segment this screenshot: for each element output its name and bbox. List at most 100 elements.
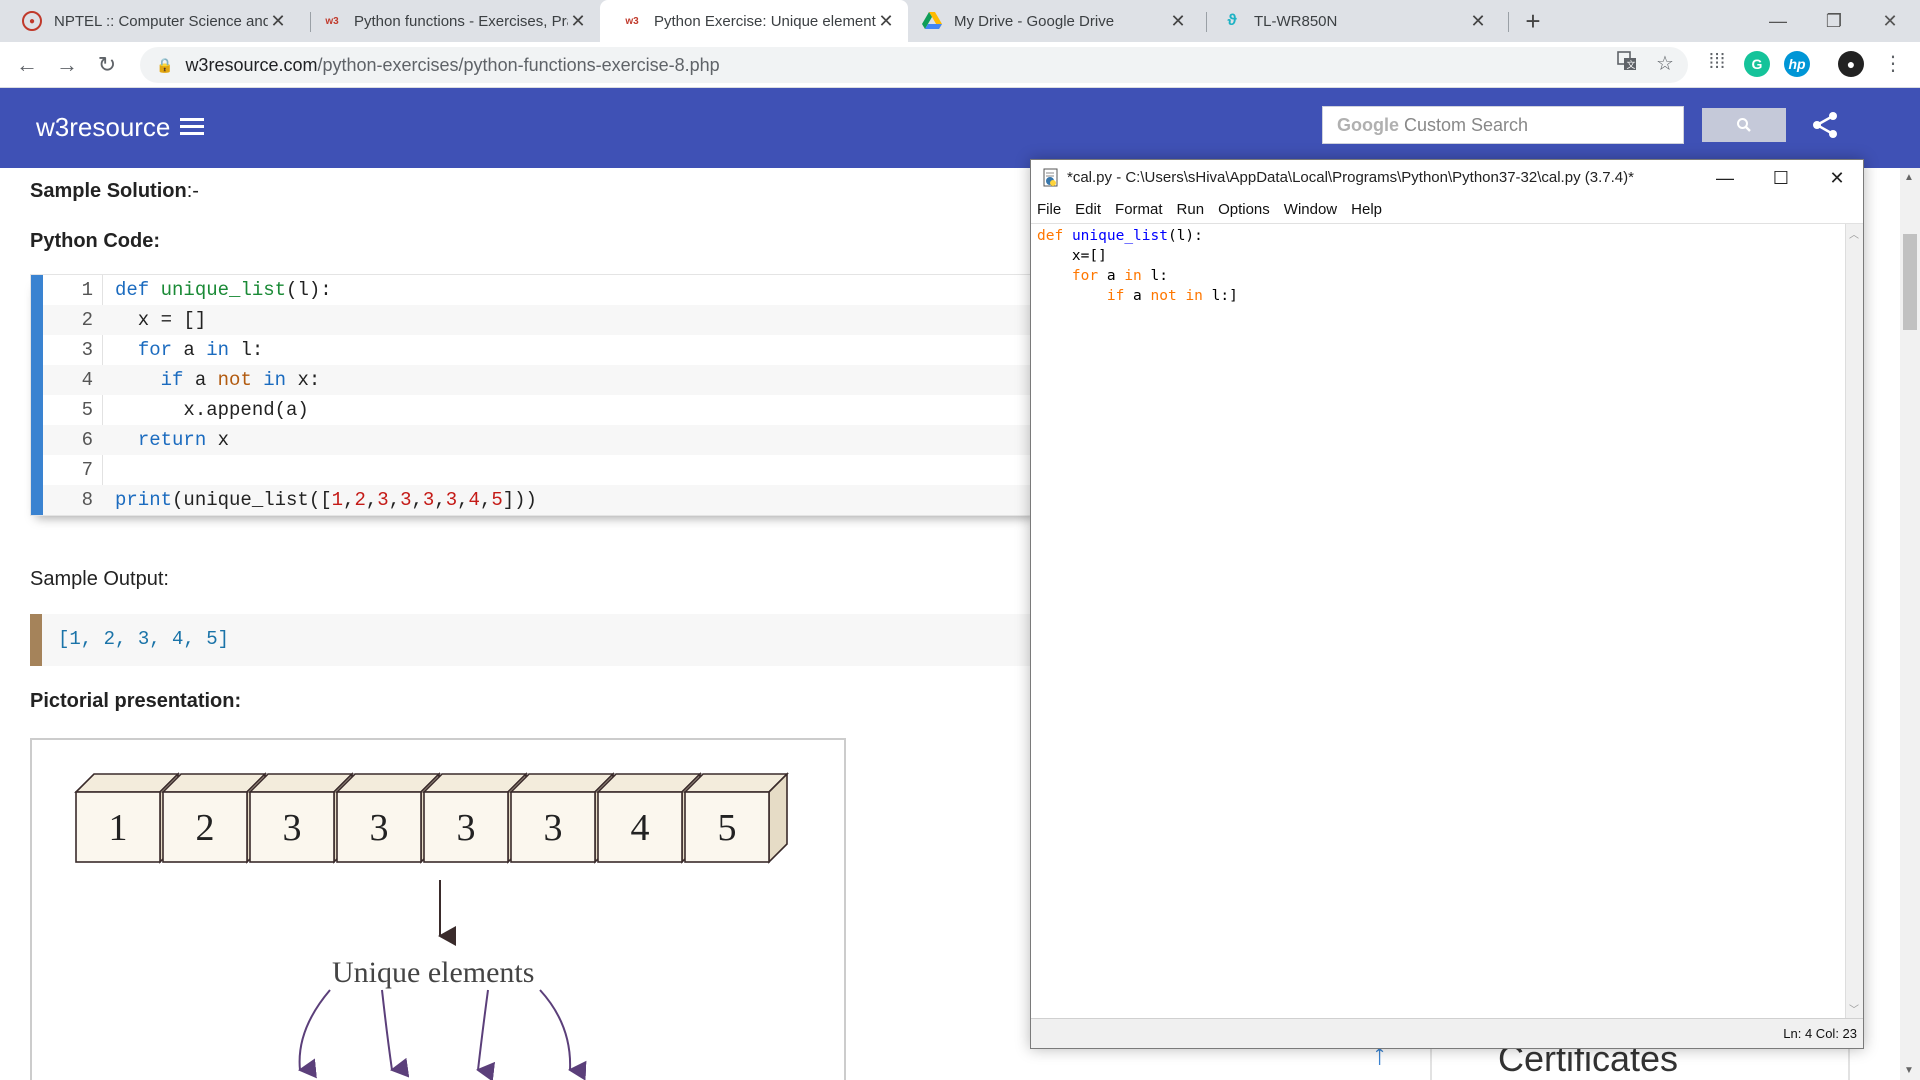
back-arrow-icon[interactable]: ← (12, 50, 42, 80)
new-tab-button[interactable]: + (1518, 6, 1548, 37)
line-number: 5 (81, 399, 93, 421)
bookmark-star-icon[interactable]: ☆ (1650, 51, 1680, 76)
search-button[interactable] (1702, 108, 1786, 142)
tplink-favicon-icon: ϑ (1227, 12, 1237, 29)
sample-solution-heading: Sample Solution:- (30, 180, 199, 203)
tab-title: NPTEL :: Computer Science and E (54, 12, 268, 30)
curved-arrow-icon (476, 989, 496, 1080)
element-box-label: 2 (196, 807, 215, 849)
code-block: 1 def unique_list(l): 2 x = [] 3 for a in… (30, 274, 1041, 516)
element-boxes: 1 2 3 3 3 3 4 5 (74, 772, 789, 864)
search-icon (1737, 118, 1751, 132)
close-tab-icon[interactable]: ✕ (268, 11, 288, 32)
scroll-up-arrow-icon[interactable]: ︿ (1849, 226, 1859, 241)
line-number: 7 (81, 459, 93, 481)
editor-line: for a in l: (1071, 268, 1168, 284)
tab-title: Python functions - Exercises, Prac (354, 12, 568, 30)
hp-extension-icon[interactable]: hp (1784, 51, 1810, 77)
scroll-down-arrow-icon[interactable]: ▼ (1904, 1065, 1914, 1076)
menu-file[interactable]: File (1037, 201, 1061, 218)
svg-text:文: 文 (1627, 59, 1636, 71)
share-icon[interactable] (1810, 110, 1840, 140)
code-line: 1 def unique_list(l): (43, 275, 1041, 305)
idle-scrollbar[interactable]: ︿ ﹀ (1845, 224, 1863, 1018)
search-input[interactable]: Google Custom Search (1322, 106, 1684, 144)
heading-suffix: :- (186, 180, 199, 202)
editor-line: x=[] (1037, 248, 1107, 264)
url-path: /python-exercises/python-functions-exerc… (317, 54, 720, 75)
element-box-label: 3 (544, 807, 563, 849)
idle-maximize-button[interactable]: ☐ (1753, 160, 1809, 196)
close-window-button[interactable]: ✕ (1862, 0, 1918, 42)
menu-run[interactable]: Run (1177, 201, 1205, 218)
tab-python-exercise-unique[interactable]: w3 Python Exercise: Unique element ✕ (600, 0, 908, 42)
heading-text: Sample Solution (30, 180, 187, 202)
scroll-down-arrow-icon[interactable]: ﹀ (1849, 1001, 1859, 1016)
code-accent-bar (31, 275, 43, 515)
close-tab-icon[interactable]: ✕ (568, 11, 588, 32)
browser-menu-icon[interactable]: ⋮ (1878, 51, 1908, 76)
curved-arrow-icon (539, 989, 587, 1080)
close-tab-icon[interactable]: ✕ (876, 11, 896, 32)
tab-title: My Drive - Google Drive (954, 12, 1115, 30)
grammarly-extension-icon[interactable]: G (1744, 51, 1770, 77)
idle-status-bar: Ln: 4 Col: 23 (1031, 1018, 1863, 1048)
minimize-window-button[interactable]: — (1750, 0, 1806, 42)
translate-icon[interactable]: 文 (1612, 51, 1642, 77)
sample-output-text: [1, 2, 3, 4, 5] (58, 628, 230, 650)
code-text: x = [] (115, 309, 207, 331)
address-bar[interactable]: 🔒 w3resource.com /python-exercises/pytho… (140, 47, 1688, 83)
site-logo[interactable]: w3resource (36, 112, 170, 143)
idle-editor-window: *cal.py - C:\Users\sHiva\AppData\Local\P… (1030, 159, 1864, 1049)
page-scrollbar[interactable]: ▲ ▼ (1900, 168, 1920, 1080)
element-box-label: 1 (109, 807, 128, 849)
profile-avatar-icon[interactable]: ● (1838, 51, 1864, 77)
sample-output-heading: Sample Output: (30, 568, 169, 590)
code-line: 6 return x (43, 425, 1041, 455)
element-box-label: 5 (718, 807, 737, 849)
nptel-favicon-icon: ● (22, 11, 42, 31)
line-number: 2 (81, 309, 93, 331)
pictorial-diagram: 1 2 3 3 3 3 4 5 (74, 772, 789, 1080)
tab-google-drive[interactable]: My Drive - Google Drive ✕ (900, 0, 1200, 42)
idle-close-button[interactable]: ✕ (1809, 160, 1865, 196)
code-line: 2 x = [] (43, 305, 1041, 335)
w3resource-favicon-icon: w3 (625, 15, 639, 27)
site-header: w3resource Google Custom Search (0, 88, 1920, 168)
line-number: 1 (81, 279, 93, 301)
reload-icon[interactable]: ↻ (92, 50, 122, 80)
menu-help[interactable]: Help (1351, 201, 1382, 218)
lock-icon: 🔒 (156, 56, 174, 73)
close-tab-icon[interactable]: ✕ (1168, 11, 1188, 32)
element-box: 5 (683, 772, 789, 864)
menu-format[interactable]: Format (1115, 201, 1163, 218)
tab-tl-wr850n[interactable]: ϑ TL-WR850N ✕ (1200, 0, 1500, 42)
scroll-up-arrow-icon[interactable]: ▲ (1904, 172, 1914, 183)
menu-edit[interactable]: Edit (1075, 201, 1101, 218)
tab-title: Python Exercise: Unique element (654, 12, 876, 30)
idle-minimize-button[interactable]: — (1697, 160, 1753, 196)
menu-options[interactable]: Options (1218, 201, 1270, 218)
scrollbar-thumb[interactable] (1903, 234, 1917, 330)
editor-line: def unique_list(l): (1037, 228, 1203, 244)
close-tab-icon[interactable]: ✕ (1468, 11, 1488, 32)
menu-window[interactable]: Window (1284, 201, 1337, 218)
apps-grid-icon[interactable]: ⁞⁞⁞ (1702, 51, 1732, 74)
unique-elements-caption: Unique elements (332, 956, 535, 989)
restore-window-button[interactable]: ❐ (1806, 0, 1862, 42)
line-number: 3 (81, 339, 93, 361)
tab-nptel[interactable]: ● NPTEL :: Computer Science and E ✕ (0, 0, 300, 42)
code-line: 4 if a not in x: (43, 365, 1041, 395)
code-text: def unique_list(l): (115, 279, 332, 301)
element-box-label: 4 (631, 807, 650, 849)
tab-python-functions[interactable]: w3 Python functions - Exercises, Prac ✕ (300, 0, 600, 42)
line-number: 8 (81, 489, 93, 511)
line-number: 6 (81, 429, 93, 451)
google-brand-label: Google (1337, 115, 1399, 135)
forward-arrow-icon[interactable]: → (52, 50, 82, 80)
hamburger-menu-icon[interactable] (180, 118, 204, 136)
element-box-label: 3 (370, 807, 389, 849)
idle-title-bar[interactable]: *cal.py - C:\Users\sHiva\AppData\Local\P… (1031, 160, 1863, 196)
element-box-label: 3 (457, 807, 476, 849)
idle-text-editor[interactable]: def unique_list(l): x=[] for a in l: if … (1031, 224, 1845, 1018)
